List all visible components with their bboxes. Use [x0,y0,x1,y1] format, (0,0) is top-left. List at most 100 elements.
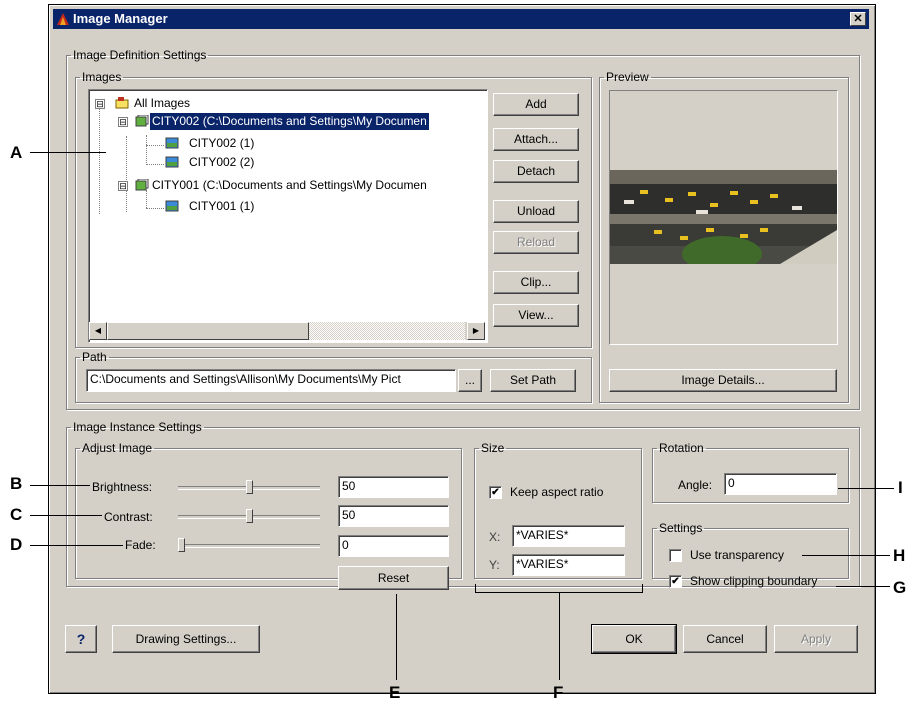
brightness-slider-thumb[interactable] [246,480,253,494]
fade-label: Fade: [125,538,156,552]
show-clipping-label: Show clipping boundary [690,574,818,588]
detach-button[interactable]: Detach [493,160,579,183]
image-instance-icon [165,137,179,149]
title-bar: Image Manager ✕ [53,9,869,29]
tree-line [146,208,164,209]
city-preview-image [610,170,837,264]
tree-horizontal-scrollbar[interactable]: ◀ ▶ [89,322,485,340]
fade-slider-track[interactable] [178,544,320,548]
angle-label: Angle: [678,478,713,492]
scrollbar-thumb[interactable] [107,322,309,340]
tree-line [146,164,164,165]
folder-icon [115,97,129,109]
callout-d: D [10,535,23,554]
image-details-button[interactable]: Image Details... [609,369,837,392]
use-transparency-checkbox[interactable] [669,549,682,562]
brightness-field[interactable]: 50 [338,476,449,498]
drawing-settings-button[interactable]: Drawing Settings... [112,625,260,653]
image-instance-icon [165,200,179,212]
y-label: Y: [489,558,500,572]
tree-item-label: CITY002 (2) [189,155,255,169]
preview-legend: Preview [606,70,649,84]
scroll-right-icon[interactable]: ▶ [467,322,485,340]
collapse-icon[interactable]: ⊟ [118,181,128,191]
tree-line [99,104,100,214]
use-transparency-label: Use transparency [690,548,785,562]
image-instance-legend: Image Instance Settings [73,420,202,434]
callout-line-h [802,555,890,556]
image-file-icon [135,179,149,191]
reload-button[interactable]: Reload [493,231,579,254]
contrast-label: Contrast: [104,510,153,524]
set-path-button[interactable]: Set Path [490,369,576,392]
images-legend: Images [82,70,122,84]
view-button[interactable]: View... [493,304,579,327]
unload-button[interactable]: Unload [493,200,579,223]
callout-bracket-f-left [475,584,476,593]
show-clipping-checkbox[interactable]: ✔ [669,575,682,588]
callout-h: H [893,546,906,565]
collapse-icon[interactable]: ⊟ [118,117,128,127]
keep-aspect-checkbox[interactable]: ✔ [489,486,502,499]
contrast-slider-thumb[interactable] [246,509,253,523]
adjust-image-legend: Adjust Image [82,441,153,455]
collapse-icon[interactable]: ⊟ [95,99,105,109]
preview-area [609,90,838,345]
images-tree[interactable]: ⊟ All Images ⊟ CITY002 (C:\Documents and… [88,89,488,343]
angle-field[interactable]: 0 [724,473,837,495]
callout-b: B [10,474,23,493]
help-button[interactable]: ? [65,625,97,653]
reset-button[interactable]: Reset [338,566,449,590]
scroll-left-icon[interactable]: ◀ [89,322,107,340]
ok-button[interactable]: OK [591,624,677,654]
tree-item-label: CITY002 (1) [189,136,255,150]
tree-line [126,136,127,212]
path-field[interactable]: C:\Documents and Settings\Allison\My Doc… [86,369,456,392]
tree-item-label: CITY002 (C:\Documents and Settings\My Do… [150,113,429,130]
callout-line-a [30,152,106,153]
callout-line-e [396,594,397,680]
y-scale-field[interactable]: *VARIES* [512,554,625,576]
contrast-field[interactable]: 50 [338,505,449,527]
path-legend: Path [82,350,107,364]
callout-g: G [893,578,907,597]
settings-legend: Settings [659,521,703,535]
window-title: Image Manager [73,11,168,26]
rotation-legend: Rotation [659,441,704,455]
x-scale-field[interactable]: *VARIES* [512,525,625,547]
callout-e: E [389,683,401,702]
callout-line-c [30,515,102,516]
callout-f: F [553,683,564,702]
size-legend: Size [481,441,505,455]
callout-line-d [30,545,123,546]
callout-line-f [559,592,560,680]
attach-button[interactable]: Attach... [493,128,579,151]
fade-field[interactable]: 0 [338,535,449,557]
image-file-icon [135,115,149,127]
keep-aspect-label: Keep aspect ratio [510,485,604,499]
tree-line [146,135,147,165]
tree-item-label: All Images [134,96,191,110]
clip-button[interactable]: Clip... [493,271,579,294]
image-instance-icon [165,156,179,168]
fade-slider-thumb[interactable] [178,538,185,552]
callout-line-b [30,485,90,486]
x-label: X: [489,530,501,544]
callout-a: A [10,143,23,162]
browse-path-button[interactable]: ... [458,369,482,392]
close-icon[interactable]: ✕ [850,12,866,26]
callout-i: I [898,478,903,497]
apply-button[interactable]: Apply [774,625,858,653]
add-button[interactable]: Add [493,93,579,116]
callout-bracket-f-right [642,584,643,593]
callout-line-i [838,488,894,489]
app-icon [57,13,69,25]
brightness-label: Brightness: [92,480,153,494]
tree-line [146,145,164,146]
callout-c: C [10,505,23,524]
tree-item-label: CITY001 (C:\Documents and Settings\My Do… [152,178,427,192]
cancel-button[interactable]: Cancel [683,625,767,653]
callout-line-g [836,586,890,587]
image-definition-legend: Image Definition Settings [73,48,207,62]
tree-line [146,190,147,208]
